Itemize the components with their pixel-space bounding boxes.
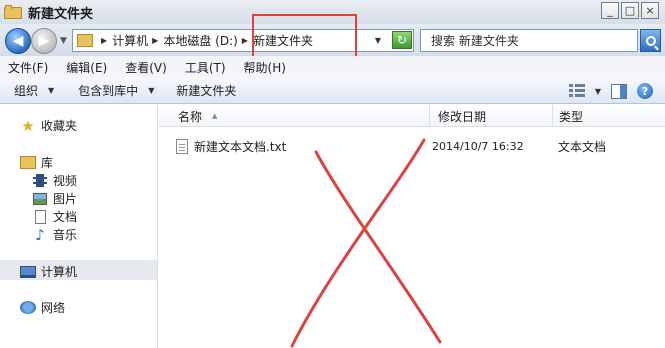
organize-button[interactable]: 组织 ▼: [14, 82, 54, 99]
command-bar: 组织 ▼ 包含到库中 ▼ 新建文件夹 ▼ ?: [0, 78, 665, 104]
column-headers: 名称 ▲ 修改日期 类型: [158, 105, 665, 127]
menu-edit[interactable]: 编辑(E): [66, 59, 107, 76]
help-icon[interactable]: ?: [637, 83, 653, 99]
nav-item-label: 文档: [53, 210, 78, 224]
maximize-button[interactable]: □: [621, 2, 639, 19]
nav-item-libraries[interactable]: 库: [20, 154, 53, 171]
breadcrumb-local-disk[interactable]: 本地磁盘 (D:): [163, 32, 237, 49]
nav-item-label: 网络: [41, 301, 66, 315]
chevron-right-icon[interactable]: ▶: [242, 36, 248, 45]
nav-item-computer[interactable]: 计算机: [20, 263, 77, 280]
column-header-label: 名称: [178, 109, 203, 124]
chevron-down-icon: ▼: [148, 86, 155, 95]
nav-item-label: 图片: [53, 192, 78, 206]
window-title: 新建文件夹: [28, 6, 94, 22]
minimize-button[interactable]: _: [601, 2, 619, 19]
music-icon: ♪: [35, 225, 45, 244]
search-icon: [645, 35, 656, 46]
column-header-label: 修改日期: [438, 109, 487, 124]
column-header-date[interactable]: 修改日期: [430, 105, 553, 127]
star-icon: ★: [21, 116, 35, 135]
file-row[interactable]: 新建文本文档.txt 2014/10/7 16:32 文本文档: [176, 137, 656, 155]
file-type: 文本文档: [558, 139, 607, 154]
recent-pages-dropdown[interactable]: ▼: [60, 36, 67, 46]
back-button[interactable]: ◀: [5, 28, 31, 54]
include-in-library-button[interactable]: 包含到库中 ▼: [78, 82, 154, 99]
network-icon: [20, 301, 36, 314]
menu-help[interactable]: 帮助(H): [244, 59, 286, 76]
breadcrumb-computer[interactable]: 计算机: [112, 32, 148, 49]
library-icon: [20, 156, 36, 169]
file-list-pane: 名称 ▲ 修改日期 类型 新建文本文档.txt 2014/10/7 16:32 …: [158, 105, 665, 348]
close-button[interactable]: ×: [641, 2, 659, 19]
search-input[interactable]: 搜索 新建文件夹: [420, 29, 638, 52]
computer-icon: [20, 265, 36, 278]
nav-item-label: 计算机: [41, 265, 78, 279]
document-icon: [34, 209, 46, 224]
include-in-library-label: 包含到库中: [78, 84, 139, 98]
nav-item-pictures[interactable]: 图片: [32, 190, 77, 207]
view-options-dropdown[interactable]: ▼: [595, 87, 601, 96]
video-icon: [33, 174, 47, 187]
preview-pane-icon[interactable]: [611, 83, 627, 99]
nav-item-music[interactable]: ♪ 音乐: [32, 226, 77, 243]
chevron-right-icon[interactable]: ▶: [101, 36, 107, 45]
nav-item-label: 音乐: [53, 228, 78, 242]
picture-icon: [33, 192, 47, 205]
forward-button[interactable]: ▶: [31, 28, 57, 54]
organize-label: 组织: [14, 84, 39, 98]
nav-item-documents[interactable]: 文档: [32, 208, 77, 225]
search-button[interactable]: [640, 29, 661, 52]
nav-item-label: 库: [41, 156, 54, 170]
file-date: 2014/10/7 16:32: [432, 139, 524, 153]
new-folder-button[interactable]: 新建文件夹: [176, 82, 236, 99]
window-controls: _ □ ×: [601, 2, 659, 19]
nav-item-label: 视频: [53, 174, 78, 188]
text-file-icon: [176, 138, 188, 154]
column-header-type[interactable]: 类型: [553, 105, 665, 127]
column-header-name[interactable]: 名称 ▲: [158, 105, 430, 127]
folder-icon: [4, 5, 22, 19]
nav-item-network[interactable]: 网络: [20, 299, 65, 316]
file-name: 新建文本文档.txt: [194, 139, 287, 154]
menu-file[interactable]: 文件(F): [8, 59, 48, 76]
chevron-right-icon[interactable]: ▶: [152, 36, 158, 45]
menu-view[interactable]: 查看(V): [125, 59, 167, 76]
address-history-dropdown[interactable]: ▼: [375, 36, 381, 45]
navigation-pane: ★ 收藏夹 库 视频 图片 文档 ♪ 音乐 计算机 网络: [0, 105, 158, 348]
view-controls: ▼ ?: [568, 83, 653, 99]
folder-icon: [77, 34, 93, 47]
nav-item-videos[interactable]: 视频: [32, 172, 77, 189]
address-bar[interactable]: ▶ 计算机 ▶ 本地磁盘 (D:) ▶ 新建文件夹 ▼: [72, 29, 414, 52]
column-header-label: 类型: [559, 109, 584, 124]
menu-tools[interactable]: 工具(T): [185, 59, 226, 76]
change-view-icon[interactable]: [568, 84, 585, 98]
menu-bar: 文件(F) 编辑(E) 查看(V) 工具(T) 帮助(H): [0, 56, 665, 78]
nav-item-label: 收藏夹: [41, 119, 78, 133]
chevron-down-icon: ▼: [48, 86, 55, 95]
refresh-button[interactable]: ↻: [392, 31, 412, 49]
sort-ascending-icon: ▲: [212, 112, 218, 120]
nav-item-favorites[interactable]: ★ 收藏夹: [20, 117, 77, 134]
